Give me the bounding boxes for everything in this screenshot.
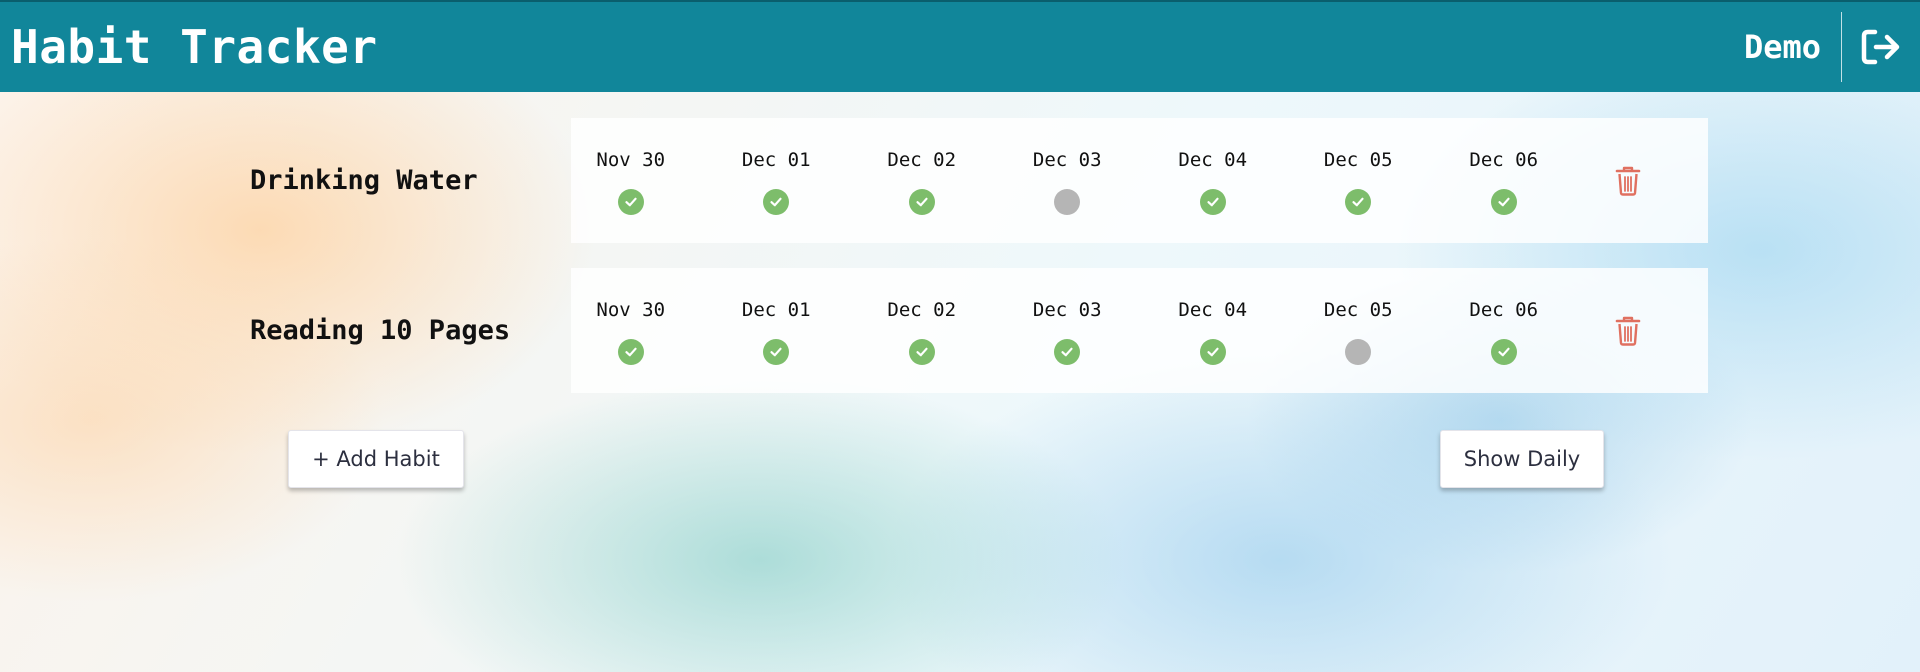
- day-column: Dec 03: [995, 297, 1141, 365]
- day-label: Dec 05: [1323, 298, 1393, 321]
- habit-row: Reading 10 Pages Nov 30 Dec 01 Dec 02 Dec 03…: [250, 268, 1708, 393]
- check-done-icon[interactable]: [908, 188, 935, 215]
- topbar-right: Demo: [1744, 2, 1920, 92]
- day-label: Dec 03: [1032, 148, 1102, 171]
- habit-row: Drinking Water Nov 30 Dec 01 Dec 02 Dec 03 De…: [250, 118, 1708, 243]
- logout-button[interactable]: [1842, 1, 1920, 93]
- app-title: Habit Tracker: [11, 20, 378, 74]
- show-daily-button[interactable]: Show Daily: [1440, 430, 1604, 488]
- day-label: Nov 30: [596, 148, 666, 171]
- day-label: Dec 06: [1469, 298, 1539, 321]
- delete-habit-button[interactable]: [1608, 161, 1648, 201]
- day-label: Dec 02: [887, 148, 957, 171]
- check-missed-icon[interactable]: [1054, 188, 1081, 215]
- user-name[interactable]: Demo: [1744, 28, 1841, 66]
- day-label: Dec 04: [1178, 148, 1248, 171]
- day-label: Nov 30: [596, 298, 666, 321]
- check-done-icon[interactable]: [617, 188, 644, 215]
- day-column: Dec 05: [1286, 297, 1432, 365]
- day-column: Dec 04: [1140, 297, 1286, 365]
- delete-habit-button[interactable]: [1608, 311, 1648, 351]
- day-column: Nov 30: [558, 297, 704, 365]
- day-column: Dec 02: [849, 147, 995, 215]
- day-label: Dec 01: [741, 148, 811, 171]
- day-label: Dec 02: [887, 298, 957, 321]
- check-done-icon[interactable]: [1490, 188, 1517, 215]
- day-label: Dec 06: [1469, 148, 1539, 171]
- day-column: Nov 30: [558, 147, 704, 215]
- day-column: Dec 06: [1431, 147, 1577, 215]
- add-habit-button[interactable]: + Add Habit: [288, 430, 464, 488]
- day-column: Dec 01: [704, 147, 850, 215]
- day-label: Dec 01: [741, 298, 811, 321]
- check-missed-icon[interactable]: [1345, 338, 1372, 365]
- logout-icon: [1861, 29, 1900, 65]
- day-label: Dec 03: [1032, 298, 1102, 321]
- day-column: Dec 06: [1431, 297, 1577, 365]
- habit-week-card: Nov 30 Dec 01 Dec 02 Dec 03 Dec 04 Dec 05 Dec …: [571, 268, 1708, 393]
- check-done-icon[interactable]: [617, 338, 644, 365]
- check-done-icon[interactable]: [763, 338, 790, 365]
- habit-name: Reading 10 Pages: [250, 315, 511, 346]
- check-done-icon[interactable]: [1345, 188, 1372, 215]
- top-bar: Habit Tracker Demo: [0, 0, 1920, 92]
- check-done-icon[interactable]: [1490, 338, 1517, 365]
- check-done-icon[interactable]: [1199, 188, 1226, 215]
- day-column: Dec 01: [704, 297, 850, 365]
- check-done-icon[interactable]: [1054, 338, 1081, 365]
- check-done-icon[interactable]: [763, 188, 790, 215]
- day-column: Dec 03: [995, 147, 1141, 215]
- trash-icon: [1615, 166, 1640, 196]
- day-label: Dec 04: [1178, 298, 1248, 321]
- day-column: Dec 02: [849, 297, 995, 365]
- day-label: Dec 05: [1323, 148, 1393, 171]
- day-column: Dec 04: [1140, 147, 1286, 215]
- day-column: Dec 05: [1286, 147, 1432, 215]
- check-done-icon[interactable]: [1199, 338, 1226, 365]
- habit-week-card: Nov 30 Dec 01 Dec 02 Dec 03 Dec 04 Dec 05 Dec …: [571, 118, 1708, 243]
- habit-name: Drinking Water: [250, 165, 478, 196]
- check-done-icon[interactable]: [908, 338, 935, 365]
- trash-icon: [1615, 316, 1640, 346]
